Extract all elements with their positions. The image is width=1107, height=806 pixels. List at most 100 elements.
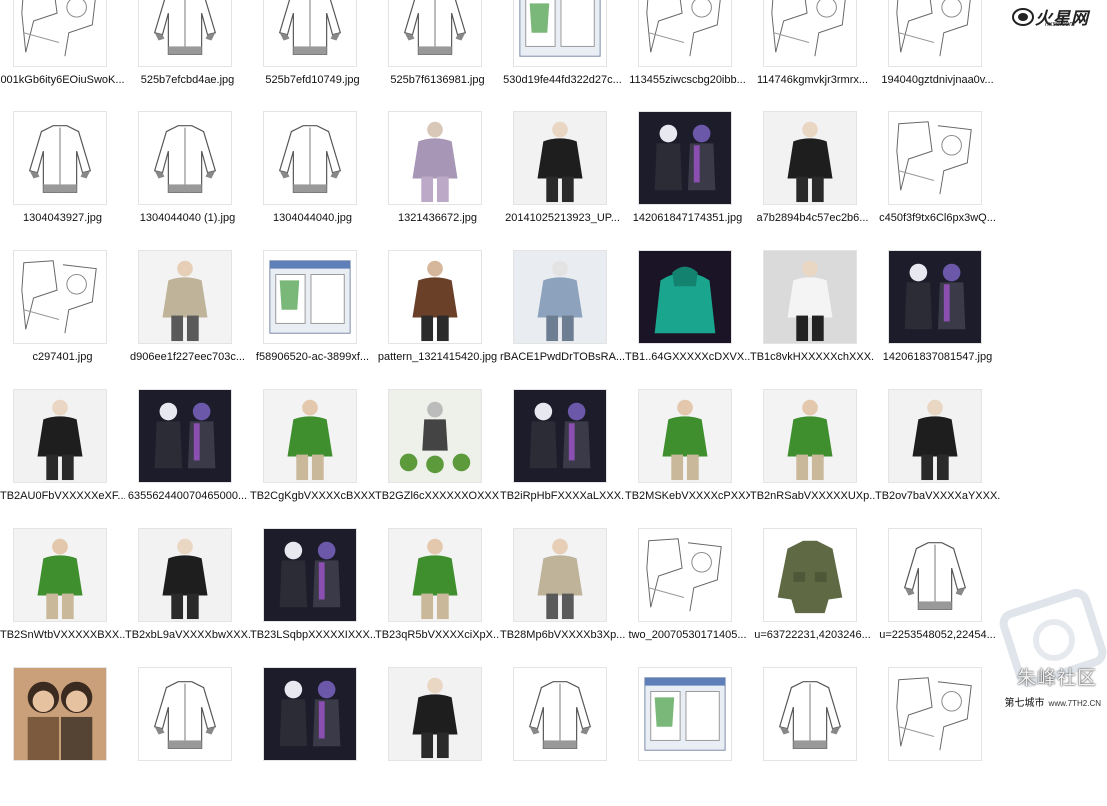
image-thumbnail[interactable] [13, 111, 107, 205]
file-tile[interactable]: 525b7efcbd4ae.jpg [125, 0, 250, 112]
file-name[interactable]: 194040gztdnivjnaa0v... [875, 73, 1000, 87]
file-tile[interactable]: c297401.jpg [0, 250, 125, 389]
image-thumbnail[interactable] [638, 667, 732, 761]
image-thumbnail[interactable] [763, 528, 857, 622]
file-name[interactable]: 525b7efd10749.jpg [250, 73, 375, 87]
file-tile[interactable] [500, 667, 625, 806]
image-thumbnail[interactable] [138, 111, 232, 205]
image-thumbnail[interactable] [13, 528, 107, 622]
image-thumbnail[interactable] [138, 528, 232, 622]
image-thumbnail[interactable] [638, 528, 732, 622]
file-name[interactable]: 635562440070465000... [125, 489, 250, 503]
image-thumbnail[interactable] [763, 111, 857, 205]
file-tile[interactable]: two_20070530171405... [625, 528, 750, 667]
file-tile[interactable]: TB2GZl6cXXXXXXOXXX... [375, 389, 500, 528]
file-name[interactable]: TB2GZl6cXXXXXXOXXX... [375, 489, 500, 503]
image-thumbnail[interactable] [888, 667, 982, 761]
file-name[interactable]: 142061837081547.jpg [875, 350, 1000, 364]
image-thumbnail[interactable] [263, 389, 357, 483]
file-tile[interactable]: pattern_1321415420.jpg [375, 250, 500, 389]
image-thumbnail[interactable] [888, 528, 982, 622]
image-thumbnail[interactable] [388, 250, 482, 344]
image-thumbnail[interactable] [263, 0, 357, 67]
image-thumbnail[interactable] [388, 667, 482, 761]
image-thumbnail[interactable] [763, 389, 857, 483]
file-tile[interactable]: 1304043927.jpg [0, 111, 125, 250]
file-tile[interactable]: 113455ziwcscbg20ibb... [625, 0, 750, 112]
image-thumbnail[interactable] [888, 389, 982, 483]
file-name[interactable]: TB2MSKebVXXXXcPXXX... [625, 489, 750, 503]
file-tile[interactable]: 1321436672.jpg [375, 111, 500, 250]
file-tile[interactable]: TB23LSqbpXXXXXIXXX... [250, 528, 375, 667]
file-tile[interactable]: 525b7efd10749.jpg [250, 0, 375, 112]
file-tile[interactable]: 1304044040.jpg [250, 111, 375, 250]
image-thumbnail[interactable] [13, 0, 107, 67]
file-name[interactable]: TB23qR5bVXXXXciXpX... [375, 628, 500, 642]
file-tile[interactable]: 142061837081547.jpg [875, 250, 1000, 389]
file-name[interactable]: TB28Mp6bVXXXXb3Xp... [500, 628, 625, 642]
file-tile[interactable]: rBACE1PwdDrTOBsRA... [500, 250, 625, 389]
file-tile[interactable]: a7b2894b4c57ec2b6... [750, 111, 875, 250]
file-tile[interactable] [625, 667, 750, 806]
image-thumbnail[interactable] [888, 111, 982, 205]
file-name[interactable]: 525b7efcbd4ae.jpg [125, 73, 250, 87]
file-tile[interactable]: 525b7f6136981.jpg [375, 0, 500, 112]
file-name[interactable]: pattern_1321415420.jpg [375, 350, 500, 364]
image-thumbnail[interactable] [513, 111, 607, 205]
file-tile[interactable]: 635562440070465000... [125, 389, 250, 528]
file-tile[interactable] [375, 667, 500, 806]
file-tile[interactable] [250, 667, 375, 806]
file-name[interactable]: TB2iRpHbFXXXXaLXXX... [500, 489, 625, 503]
file-tile[interactable] [0, 667, 125, 806]
file-tile[interactable]: TB2SnWtbVXXXXXBXX... [0, 528, 125, 667]
file-tile[interactable]: d906ee1f227eec703c... [125, 250, 250, 389]
image-thumbnail[interactable] [513, 250, 607, 344]
file-tile[interactable]: 20141025213923_UP... [500, 111, 625, 250]
file-name[interactable]: TB2ov7baVXXXXaYXXX... [875, 489, 1000, 503]
file-tile[interactable]: 001kGb6ity6EOiuSwoK... [0, 0, 125, 112]
image-thumbnail[interactable] [138, 0, 232, 67]
file-tile[interactable]: u=63722231,4203246... [750, 528, 875, 667]
file-name[interactable]: TB1..64GXXXXXcDXVX... [625, 350, 750, 364]
image-thumbnail[interactable] [388, 528, 482, 622]
image-thumbnail[interactable] [13, 250, 107, 344]
file-name[interactable]: f58906520-ac-3899xf... [250, 350, 375, 364]
file-tile[interactable]: TB2MSKebVXXXXcPXXX... [625, 389, 750, 528]
file-tile[interactable]: f58906520-ac-3899xf... [250, 250, 375, 389]
image-thumbnail[interactable] [763, 0, 857, 67]
file-tile[interactable] [750, 667, 875, 806]
file-tile[interactable]: TB1..64GXXXXXcDXVX... [625, 250, 750, 389]
image-thumbnail[interactable] [638, 111, 732, 205]
image-thumbnail[interactable] [513, 667, 607, 761]
file-tile[interactable]: TB2AU0FbVXXXXXeXF... [0, 389, 125, 528]
image-thumbnail[interactable] [763, 250, 857, 344]
file-name[interactable]: 1304044040 (1).jpg [125, 211, 250, 225]
file-name[interactable]: 001kGb6ity6EOiuSwoK... [0, 73, 125, 87]
file-tile[interactable] [125, 667, 250, 806]
file-name[interactable]: TB1c8vkHXXXXXchXXX... [750, 350, 875, 364]
file-tile[interactable]: TB2xbL9aVXXXXbwXXX... [125, 528, 250, 667]
file-name[interactable]: TB2AU0FbVXXXXXeXF... [0, 489, 125, 503]
file-tile[interactable]: 114746kgmvkjr3rmrx... [750, 0, 875, 112]
file-name[interactable]: TB23LSqbpXXXXXIXXX... [250, 628, 375, 642]
file-tile[interactable]: TB2CgKgbVXXXXcBXXX... [250, 389, 375, 528]
file-name[interactable]: 142061847174351.jpg [625, 211, 750, 225]
file-name[interactable]: 20141025213923_UP... [500, 211, 625, 225]
image-thumbnail[interactable] [513, 0, 607, 67]
file-name[interactable]: d906ee1f227eec703c... [125, 350, 250, 364]
file-name[interactable]: a7b2894b4c57ec2b6... [750, 211, 875, 225]
file-tile[interactable]: TB23qR5bVXXXXciXpX... [375, 528, 500, 667]
image-thumbnail[interactable] [763, 667, 857, 761]
file-name[interactable]: TB2nRSabVXXXXXUXp... [750, 489, 875, 503]
image-thumbnail[interactable] [138, 389, 232, 483]
file-name[interactable]: 530d19fe44fd322d27c... [500, 73, 625, 87]
file-name[interactable]: 1304044040.jpg [250, 211, 375, 225]
image-thumbnail[interactable] [513, 389, 607, 483]
file-name[interactable]: 1321436672.jpg [375, 211, 500, 225]
image-thumbnail[interactable] [388, 111, 482, 205]
file-tile[interactable]: c450f3f9tx6Cl6px3wQ... [875, 111, 1000, 250]
file-name[interactable]: c450f3f9tx6Cl6px3wQ... [875, 211, 1000, 225]
image-thumbnail[interactable] [263, 250, 357, 344]
image-thumbnail[interactable] [888, 250, 982, 344]
image-thumbnail[interactable] [888, 0, 982, 67]
